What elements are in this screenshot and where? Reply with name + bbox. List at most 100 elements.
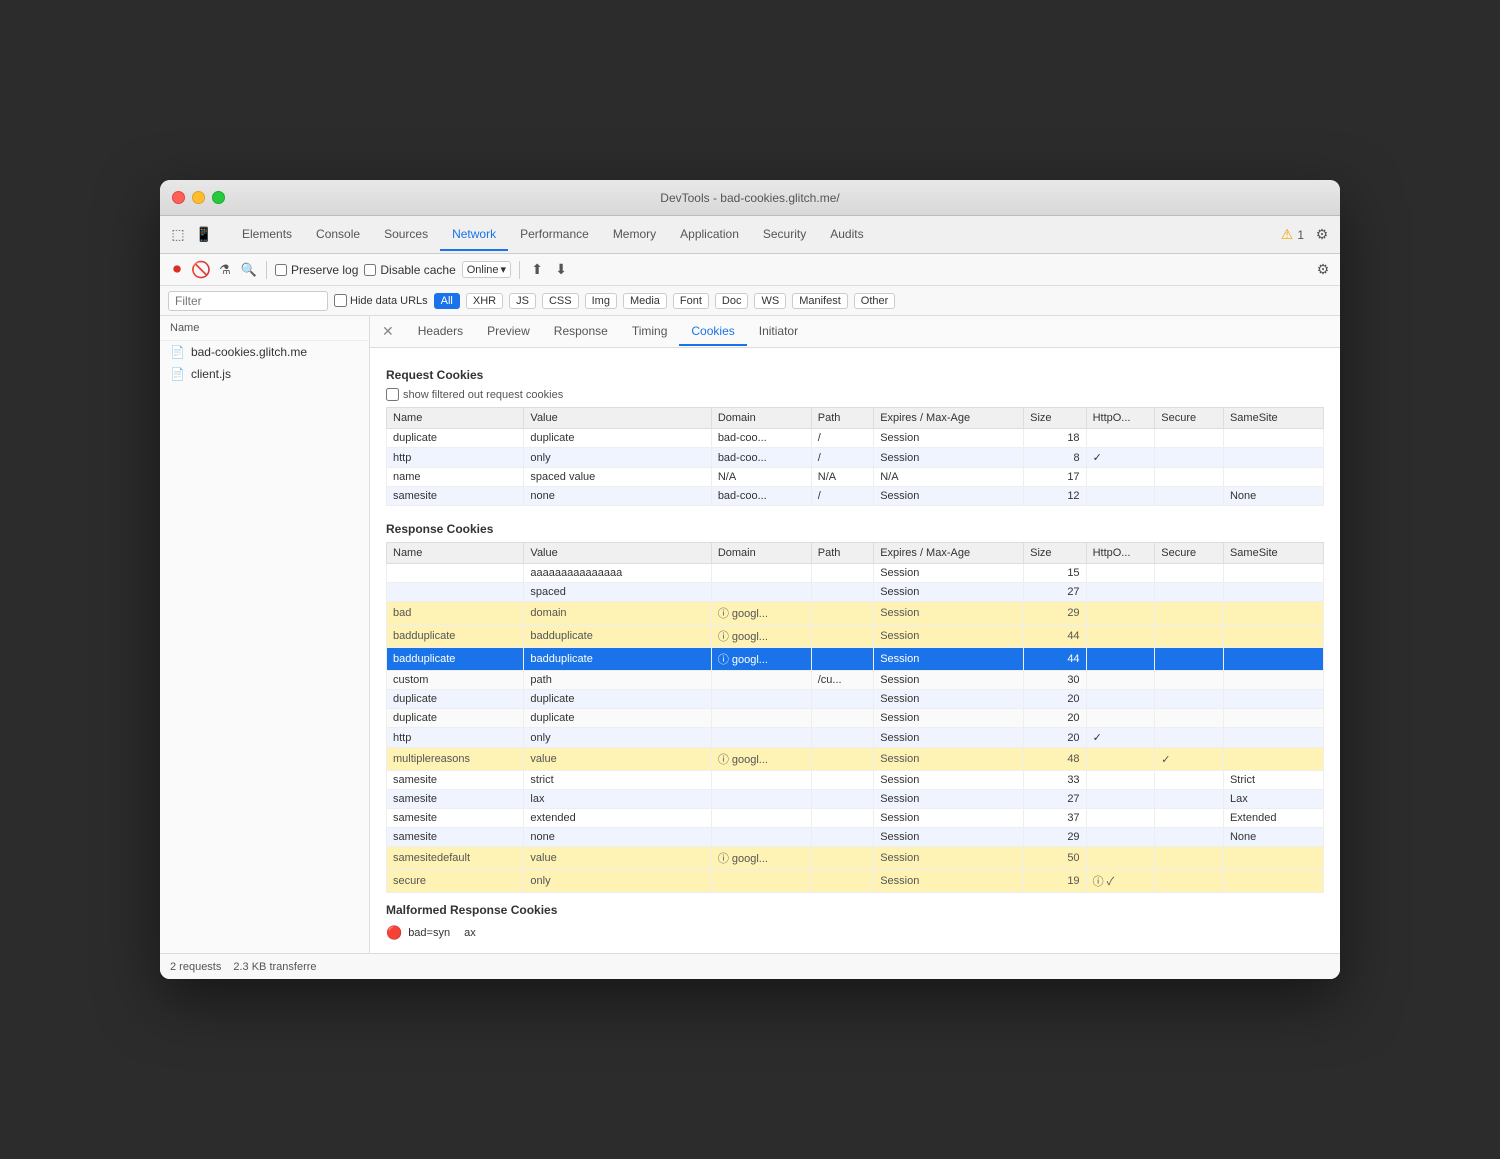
response-row-cell[interactable]: Strict: [1223, 771, 1323, 790]
response-row-cell[interactable]: ⓘ googl...: [711, 748, 811, 771]
filter-type-font[interactable]: Font: [673, 293, 709, 309]
response-row-cell[interactable]: Lax: [1223, 790, 1323, 809]
disable-cache-checkbox-label[interactable]: Disable cache: [364, 263, 455, 277]
response-row-cell[interactable]: [711, 583, 811, 602]
response-row-cell[interactable]: [1223, 648, 1323, 671]
response-row-cell[interactable]: [1223, 748, 1323, 771]
record-icon[interactable]: ⏺: [168, 261, 186, 279]
request-row-cell[interactable]: [1155, 468, 1224, 487]
response-row-cell[interactable]: multiplereasons: [387, 748, 524, 771]
tab-performance[interactable]: Performance: [508, 219, 601, 251]
response-row-cell[interactable]: [1155, 602, 1224, 625]
response-row-cell[interactable]: 20: [1024, 728, 1086, 748]
response-row-cell[interactable]: 33: [1024, 771, 1086, 790]
request-row-cell[interactable]: bad-coo...: [711, 429, 811, 448]
sub-tab-timing[interactable]: Timing: [620, 318, 680, 346]
response-row-cell[interactable]: duplicate: [524, 709, 711, 728]
download-icon[interactable]: ⬇: [552, 261, 570, 279]
response-row-cell[interactable]: Session: [874, 648, 1024, 671]
response-row-cell[interactable]: 20: [1024, 690, 1086, 709]
filter-type-ws[interactable]: WS: [754, 293, 786, 309]
request-row-cell[interactable]: None: [1223, 487, 1323, 506]
hide-data-urls-checkbox[interactable]: [334, 294, 347, 307]
filter-icon[interactable]: ⚗: [216, 261, 234, 279]
response-row-cell[interactable]: [1155, 564, 1224, 583]
filter-type-css[interactable]: CSS: [542, 293, 579, 309]
response-row-cell[interactable]: [1086, 564, 1155, 583]
response-row-cell[interactable]: [811, 690, 873, 709]
response-table-row[interactable]: samesitenoneSession29None: [387, 828, 1324, 847]
response-row-cell[interactable]: ⓘ googl...: [711, 625, 811, 648]
response-row-cell[interactable]: [1086, 847, 1155, 870]
request-row-cell[interactable]: [1223, 429, 1323, 448]
sub-tab-preview[interactable]: Preview: [475, 318, 542, 346]
response-row-cell[interactable]: [1155, 828, 1224, 847]
response-row-cell[interactable]: Extended: [1223, 809, 1323, 828]
request-row-cell[interactable]: [1086, 429, 1155, 448]
request-row-cell[interactable]: duplicate: [524, 429, 711, 448]
preserve-log-checkbox[interactable]: [275, 264, 287, 276]
response-row-cell[interactable]: [811, 728, 873, 748]
disable-cache-checkbox[interactable]: [364, 264, 376, 276]
response-row-cell[interactable]: ⓘ googl...: [711, 602, 811, 625]
response-row-cell[interactable]: only: [524, 728, 711, 748]
response-row-cell[interactable]: [1155, 625, 1224, 648]
sub-tab-headers[interactable]: Headers: [406, 318, 475, 346]
response-row-cell[interactable]: spaced: [524, 583, 711, 602]
response-row-cell[interactable]: [711, 709, 811, 728]
response-row-cell[interactable]: secure: [387, 870, 524, 893]
sidebar-item-bad-cookies[interactable]: 📄 bad-cookies.glitch.me: [160, 341, 369, 363]
request-table-row[interactable]: duplicateduplicatebad-coo.../Session18: [387, 429, 1324, 448]
response-row-cell[interactable]: [811, 648, 873, 671]
response-row-cell[interactable]: [1086, 790, 1155, 809]
response-row-cell[interactable]: [1086, 809, 1155, 828]
response-row-cell[interactable]: samesite: [387, 828, 524, 847]
filter-type-other[interactable]: Other: [854, 293, 896, 309]
response-row-cell[interactable]: samesitedefault: [387, 847, 524, 870]
response-row-cell[interactable]: [1223, 870, 1323, 893]
response-row-cell[interactable]: only: [524, 870, 711, 893]
response-table-row[interactable]: badduplicatebadduplicateⓘ googl...Sessio…: [387, 625, 1324, 648]
response-row-cell[interactable]: ✓: [1155, 748, 1224, 771]
response-table-row[interactable]: duplicateduplicateSession20: [387, 690, 1324, 709]
response-row-cell[interactable]: [1223, 847, 1323, 870]
filter-type-xhr[interactable]: XHR: [466, 293, 503, 309]
response-row-cell[interactable]: [1223, 602, 1323, 625]
response-row-cell[interactable]: Session: [874, 809, 1024, 828]
response-row-cell[interactable]: path: [524, 671, 711, 690]
request-row-cell[interactable]: only: [524, 448, 711, 468]
response-row-cell[interactable]: [1155, 709, 1224, 728]
tab-application[interactable]: Application: [668, 219, 751, 251]
response-row-cell[interactable]: [1223, 728, 1323, 748]
throttle-select[interactable]: Online ▾: [462, 261, 511, 278]
response-row-cell[interactable]: 30: [1024, 671, 1086, 690]
request-row-cell[interactable]: spaced value: [524, 468, 711, 487]
response-row-cell[interactable]: [711, 690, 811, 709]
filter-type-all[interactable]: All: [434, 293, 460, 309]
response-row-cell[interactable]: value: [524, 847, 711, 870]
request-row-cell[interactable]: none: [524, 487, 711, 506]
response-row-cell[interactable]: [1086, 748, 1155, 771]
minimize-button[interactable]: [192, 191, 205, 204]
response-row-cell[interactable]: [811, 709, 873, 728]
sub-tab-cookies[interactable]: Cookies: [679, 318, 746, 346]
response-table-row[interactable]: multiplereasonsvalueⓘ googl...Session48✓: [387, 748, 1324, 771]
response-row-cell[interactable]: ⓘ googl...: [711, 847, 811, 870]
request-row-cell[interactable]: [1223, 468, 1323, 487]
response-row-cell[interactable]: [811, 625, 873, 648]
response-row-cell[interactable]: Session: [874, 625, 1024, 648]
response-row-cell[interactable]: Session: [874, 709, 1024, 728]
request-row-cell[interactable]: N/A: [874, 468, 1024, 487]
response-row-cell[interactable]: [1155, 771, 1224, 790]
response-row-cell[interactable]: http: [387, 728, 524, 748]
device-icon[interactable]: 📱: [194, 225, 214, 245]
response-row-cell[interactable]: [1086, 690, 1155, 709]
response-row-cell[interactable]: [1223, 625, 1323, 648]
response-row-cell[interactable]: [711, 728, 811, 748]
search-icon[interactable]: 🔍: [240, 261, 258, 279]
request-row-cell[interactable]: Session: [874, 487, 1024, 506]
show-filtered-label[interactable]: show filtered out request cookies: [386, 388, 563, 401]
response-row-cell[interactable]: Session: [874, 690, 1024, 709]
response-row-cell[interactable]: 19: [1024, 870, 1086, 893]
response-row-cell[interactable]: 50: [1024, 847, 1086, 870]
